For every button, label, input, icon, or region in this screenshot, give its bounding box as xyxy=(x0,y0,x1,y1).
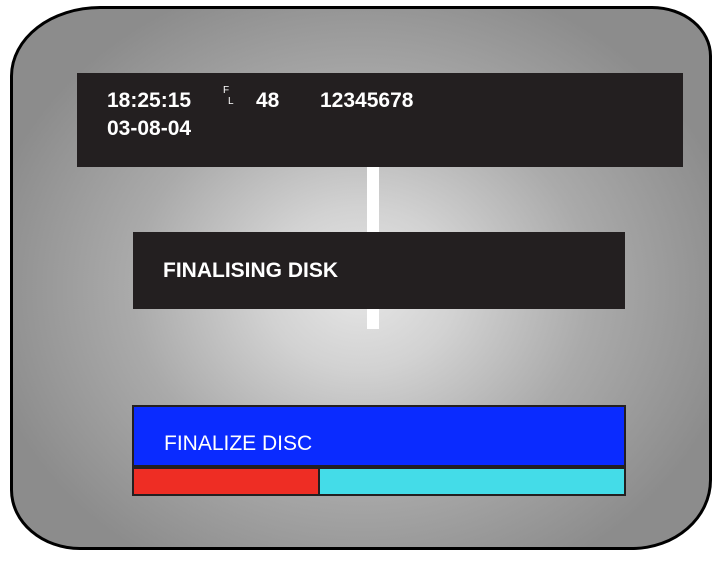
connector-line-top xyxy=(367,167,379,232)
finalize-disc-option[interactable]: FINALIZE DISC xyxy=(132,405,626,467)
osd-serial: 12345678 xyxy=(320,89,414,112)
f-indicator: F xyxy=(223,85,230,96)
finalize-disc-label: FINALIZE DISC xyxy=(164,432,313,455)
osd-fl-indicator: F L xyxy=(223,85,234,107)
status-message: FINALISING DISK xyxy=(163,259,339,282)
connector-line-bottom xyxy=(367,309,379,329)
osd-date: 03-08-04 xyxy=(107,117,192,140)
osd-channel: 48 xyxy=(256,89,280,112)
monitor-screen: 18:25:15 F L 48 12345678 03-08-04 FINALI… xyxy=(10,6,712,550)
progress-fill xyxy=(134,469,321,494)
osd-info-panel: 18:25:15 F L 48 12345678 03-08-04 xyxy=(77,73,683,167)
finalize-progress-bar xyxy=(132,467,626,496)
status-message-box: FINALISING DISK xyxy=(133,232,625,309)
l-indicator: L xyxy=(228,96,234,107)
osd-time: 18:25:15 xyxy=(107,89,192,112)
